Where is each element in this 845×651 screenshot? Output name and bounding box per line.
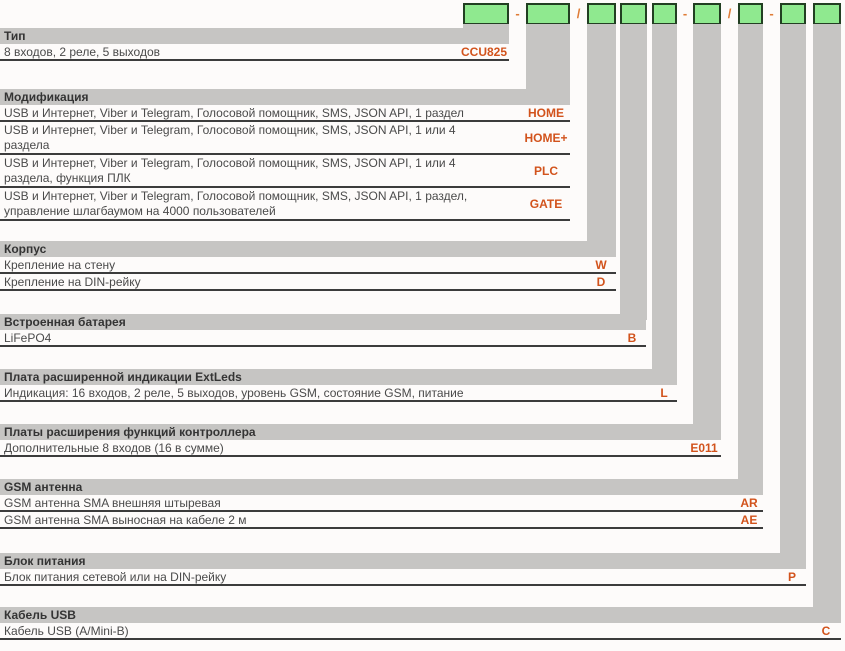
section-title: Встроенная батарея bbox=[0, 314, 646, 330]
section-battery: Встроенная батарея LiFePO4 B bbox=[0, 314, 646, 347]
option-row: USB и Интернет, Viber и Telegram, Голосо… bbox=[0, 188, 570, 221]
option-text: Блок питания сетевой или на DIN-рейку bbox=[0, 569, 778, 584]
section-title: Модификация bbox=[0, 89, 570, 105]
connector-power bbox=[780, 24, 806, 559]
section-extleds: Плата расширенной индикации ExtLeds Инди… bbox=[0, 369, 677, 402]
option-row: USB и Интернет, Viber и Telegram, Голосо… bbox=[0, 122, 570, 155]
option-row: Кабель USB (A/Mini-B) C bbox=[0, 623, 841, 640]
section-title: GSM антенна bbox=[0, 479, 763, 495]
connector-modification bbox=[526, 24, 570, 95]
option-row: Дополнительные 8 входов (16 в сумме) E01… bbox=[0, 440, 721, 457]
separator-dash: - bbox=[677, 5, 693, 23]
option-code: HOME+ bbox=[522, 131, 570, 145]
connector-expansion bbox=[693, 24, 721, 430]
section-cable: Кабель USB Кабель USB (A/Mini-B) C bbox=[0, 607, 841, 640]
option-text: LiFePO4 bbox=[0, 330, 618, 345]
section-case: Корпус Крепление на стену W Крепление на… bbox=[0, 241, 616, 291]
option-code: W bbox=[586, 258, 616, 272]
code-box-battery bbox=[620, 3, 647, 25]
option-code: E011 bbox=[687, 441, 721, 455]
option-text: Индикация: 16 входов, 2 реле, 5 выходов,… bbox=[0, 385, 651, 400]
option-code: AR bbox=[735, 496, 763, 510]
option-code: C bbox=[811, 624, 841, 638]
option-row: GSM антенна SMA выносная на кабеле 2 м A… bbox=[0, 512, 763, 529]
option-code: D bbox=[586, 275, 616, 289]
code-box-cable bbox=[813, 3, 841, 25]
option-row: Крепление на стену W bbox=[0, 257, 616, 274]
option-text: 8 входов, 2 реле, 5 выходов bbox=[0, 44, 459, 59]
option-row: Крепление на DIN-рейку D bbox=[0, 274, 616, 291]
option-text: GSM антенна SMA выносная на кабеле 2 м bbox=[0, 512, 735, 527]
option-text: USB и Интернет, Viber и Telegram, Голосо… bbox=[0, 188, 522, 219]
code-box-extleds bbox=[652, 3, 677, 25]
option-code: PLC bbox=[522, 164, 570, 178]
section-title: Тип bbox=[0, 28, 509, 44]
option-row: USB и Интернет, Viber и Telegram, Голосо… bbox=[0, 105, 570, 122]
code-box-antenna bbox=[738, 3, 763, 25]
order-code-diagram: - / - / - Тип 8 входов, 2 реле, 5 выходо… bbox=[0, 0, 845, 651]
option-text: USB и Интернет, Viber и Telegram, Голосо… bbox=[0, 122, 522, 153]
code-box-case bbox=[587, 3, 616, 25]
separator-slash: / bbox=[721, 5, 738, 23]
connector-case bbox=[587, 24, 616, 247]
option-row: Индикация: 16 входов, 2 реле, 5 выходов,… bbox=[0, 385, 677, 402]
option-text: USB и Интернет, Viber и Telegram, Голосо… bbox=[0, 155, 522, 186]
option-text: GSM антенна SMA внешняя штыревая bbox=[0, 495, 735, 510]
option-code: B bbox=[618, 331, 646, 345]
section-type: Тип 8 входов, 2 реле, 5 выходов CCU825 bbox=[0, 28, 509, 61]
section-expansion: Платы расширения функций контроллера Доп… bbox=[0, 424, 721, 457]
section-title: Платы расширения функций контроллера bbox=[0, 424, 721, 440]
section-title: Блок питания bbox=[0, 553, 806, 569]
option-code: CCU825 bbox=[459, 45, 509, 59]
code-box-expansion bbox=[693, 3, 721, 25]
section-title: Корпус bbox=[0, 241, 616, 257]
option-row: 8 входов, 2 реле, 5 выходов CCU825 bbox=[0, 44, 509, 61]
option-code: AE bbox=[735, 513, 763, 527]
option-code: GATE bbox=[522, 197, 570, 211]
connector-cable bbox=[813, 24, 841, 613]
section-modification: Модификация USB и Интернет, Viber и Tele… bbox=[0, 89, 570, 221]
option-row: Блок питания сетевой или на DIN-рейку P bbox=[0, 569, 806, 586]
code-box-power bbox=[780, 3, 806, 25]
option-text: USB и Интернет, Viber и Telegram, Голосо… bbox=[0, 105, 522, 120]
option-row: GSM антенна SMA внешняя штыревая AR bbox=[0, 495, 763, 512]
code-box-type bbox=[463, 3, 509, 25]
option-row: LiFePO4 B bbox=[0, 330, 646, 347]
section-antenna: GSM антенна GSM антенна SMA внешняя штыр… bbox=[0, 479, 763, 529]
section-title: Плата расширенной индикации ExtLeds bbox=[0, 369, 677, 385]
option-text: Крепление на DIN-рейку bbox=[0, 274, 586, 289]
option-text: Кабель USB (A/Mini-B) bbox=[0, 623, 811, 638]
section-title: Кабель USB bbox=[0, 607, 841, 623]
option-text: Крепление на стену bbox=[0, 257, 586, 272]
connector-extleds bbox=[652, 24, 677, 375]
option-text: Дополнительные 8 входов (16 в сумме) bbox=[0, 440, 687, 455]
connector-battery bbox=[620, 24, 647, 320]
option-code: HOME bbox=[522, 106, 570, 120]
separator-dash: - bbox=[763, 5, 780, 23]
option-code: P bbox=[778, 570, 806, 584]
connector-antenna bbox=[738, 24, 763, 485]
option-row: USB и Интернет, Viber и Telegram, Голосо… bbox=[0, 155, 570, 188]
separator-slash: / bbox=[570, 5, 587, 23]
separator-dash: - bbox=[509, 5, 526, 23]
section-power: Блок питания Блок питания сетевой или на… bbox=[0, 553, 806, 586]
option-code: L bbox=[651, 386, 677, 400]
code-box-modification bbox=[526, 3, 570, 25]
